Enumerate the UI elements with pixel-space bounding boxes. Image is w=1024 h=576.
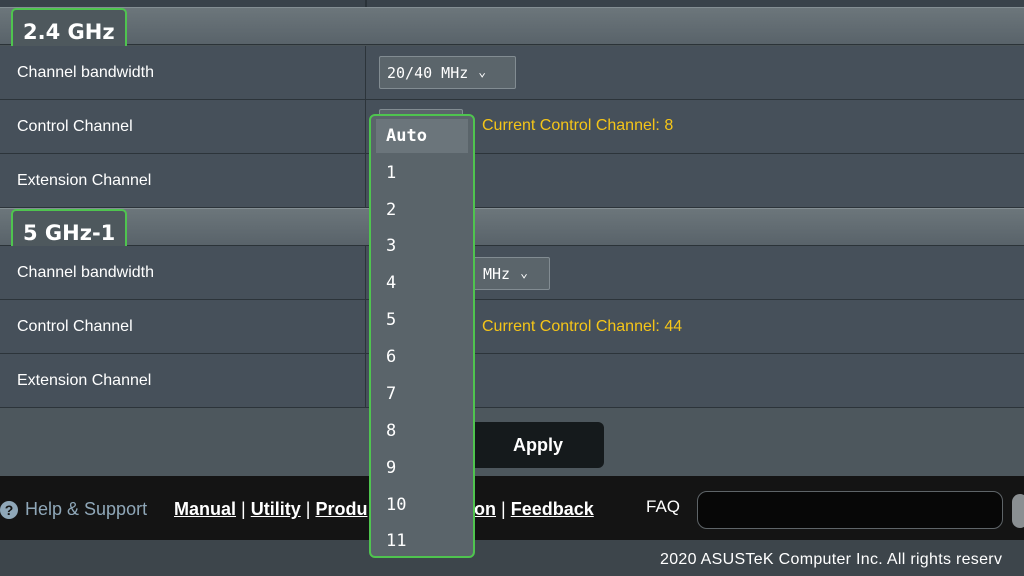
utility-link[interactable]: Utility [251, 499, 301, 519]
top-strip [0, 0, 1024, 7]
section-header-2-4ghz [0, 7, 1024, 45]
manual-link[interactable]: Manual [174, 499, 236, 519]
option-9[interactable]: 9 [376, 451, 468, 485]
select-value: MHz [483, 264, 511, 283]
footer-links: Manual | Utility | Produ [174, 499, 367, 520]
faq-search-input[interactable] [697, 491, 1003, 529]
product-registration-link-tail[interactable]: on [474, 499, 496, 519]
chevron-down-icon: ⌄ [520, 266, 528, 281]
option-8[interactable]: 8 [376, 414, 468, 448]
option-6[interactable]: 6 [376, 340, 468, 374]
label-channel-bandwidth: Channel bandwidth [0, 246, 366, 299]
faq-label: FAQ [646, 497, 681, 516]
channel-bandwidth-select-2-4ghz[interactable]: 20/40 MHz ⌄ [379, 56, 516, 89]
footer-links-right: on | Feedback [474, 499, 594, 520]
help-circle-icon: ? [0, 501, 18, 519]
link-separator: | [305, 499, 311, 519]
link-separator: | [501, 499, 506, 519]
current-control-channel-hint-5ghz: Current Control Channel: 44 [482, 318, 683, 335]
option-2[interactable]: 2 [376, 193, 468, 227]
option-7[interactable]: 7 [376, 377, 468, 411]
label-extension-channel: Extension Channel [0, 354, 366, 407]
current-control-channel-hint-2-4ghz: Current Control Channel: 8 [482, 117, 674, 134]
search-icon[interactable] [1012, 494, 1024, 528]
label-extension-channel: Extension Channel [0, 154, 366, 207]
chevron-down-icon: ⌄ [478, 65, 487, 80]
label-control-channel: Control Channel [0, 300, 366, 353]
option-4[interactable]: 4 [376, 266, 468, 300]
label-control-channel: Control Channel [0, 100, 366, 153]
copyright-text: 2020 ASUSTeK Computer Inc. All rights re… [660, 551, 1003, 568]
feedback-link[interactable]: Feedback [511, 499, 594, 519]
option-5[interactable]: 5 [376, 303, 468, 337]
option-10[interactable]: 10 [376, 488, 468, 522]
option-3[interactable]: 3 [376, 229, 468, 263]
section-header-5ghz-1 [0, 208, 1024, 246]
select-value: 20/40 MHz [387, 63, 469, 82]
option-1[interactable]: 1 [376, 156, 468, 190]
link-separator: | [241, 499, 246, 519]
option-auto[interactable]: Auto [376, 119, 468, 153]
help-support-label: Help & Support [25, 499, 148, 519]
row-extension-channel-5ghz: Extension Channel [0, 354, 1024, 408]
label-channel-bandwidth: Channel bandwidth [0, 46, 366, 99]
product-registration-link[interactable]: Produ [315, 499, 367, 519]
option-11[interactable]: 11 [376, 524, 468, 558]
row-extension-channel-2-4ghz: Extension Channel [0, 154, 1024, 208]
control-channel-dropdown: Auto 1 2 3 4 5 6 7 8 9 10 11 [369, 114, 475, 558]
